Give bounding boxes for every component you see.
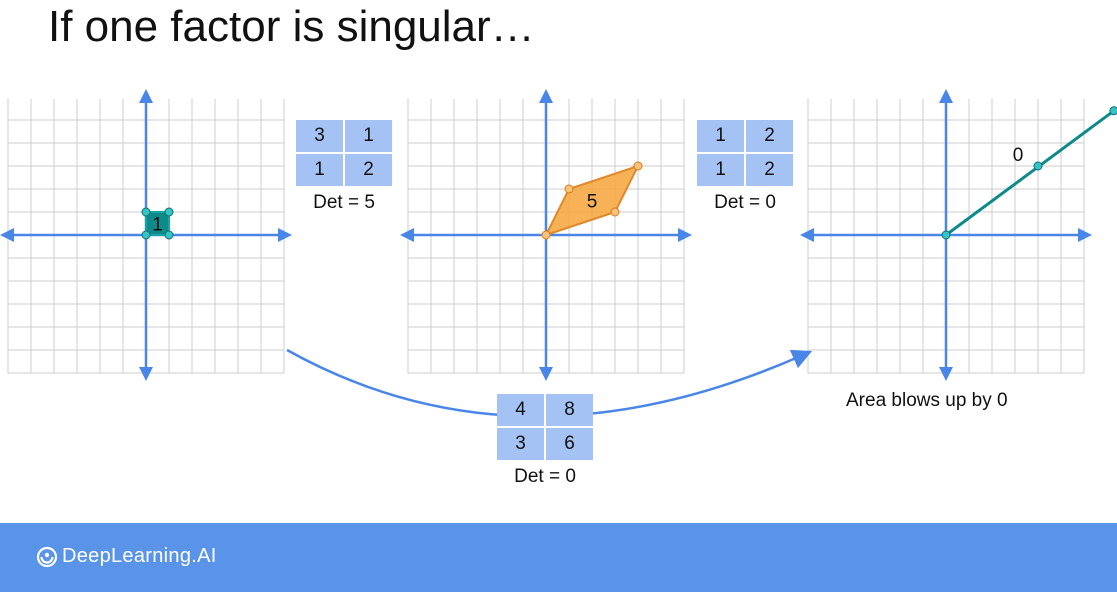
matrix-cell: 1 [296,154,343,186]
right-panel-caption: Area blows up by 0 [846,390,1008,411]
vertex-dot [1033,161,1043,171]
matrix-second: 1 2 1 2 [697,120,793,186]
vertex-dot [564,184,574,194]
x-axis-arrow-left [800,228,814,242]
footer-bar: DeepLearning.AI [0,523,1117,592]
matrix-cell: 1 [697,120,744,152]
area-label-right: 0 [1013,145,1024,166]
y-axis-arrow-up [139,89,153,103]
y-axis-arrow-up [539,89,553,103]
matrix-cell: 6 [546,428,593,460]
matrix-cell: 2 [746,154,793,186]
x-axis-arrow-right [278,228,292,242]
vertex-dot [610,207,620,217]
vertex-dot [141,230,151,240]
matrix-product: 4 8 3 6 [497,394,593,460]
y-axis-arrow-down [939,367,953,381]
det-product: Det = 0 [514,466,576,487]
matrix-cell: 2 [746,120,793,152]
vertex-dot [633,161,643,171]
area-label-middle: 5 [587,192,598,213]
brand: DeepLearning.AI [36,545,217,568]
y-axis-arrow-down [539,367,553,381]
matrix-cell: 1 [345,120,392,152]
matrix-cell: 2 [345,154,392,186]
y-axis-arrow-up [939,89,953,103]
matrix-cell: 3 [497,428,544,460]
vertex-dot [541,230,551,240]
x-axis-arrow-left [0,228,14,242]
deeplearning-logo-icon [36,546,58,567]
brand-name: DeepLearning.AI [62,545,217,567]
x-axis-arrow-right [1078,228,1092,242]
matrix-first: 3 1 1 2 [296,120,392,186]
vertex-dot [141,207,151,217]
vertex-dot [1109,106,1117,116]
matrix-cell: 3 [296,120,343,152]
det-first: Det = 5 [313,192,375,213]
det-second: Det = 0 [714,192,776,213]
matrix-cell: 4 [497,394,544,426]
vertex-dot [164,230,174,240]
vertex-dot [164,207,174,217]
x-axis-arrow-right [678,228,692,242]
matrix-cell: 8 [546,394,593,426]
y-axis-arrow-down [139,367,153,381]
matrix-cell: 1 [697,154,744,186]
area-label-left: 1 [152,215,163,236]
x-axis-arrow-left [400,228,414,242]
collapsed-line [945,109,1115,237]
vertex-dot [941,230,951,240]
